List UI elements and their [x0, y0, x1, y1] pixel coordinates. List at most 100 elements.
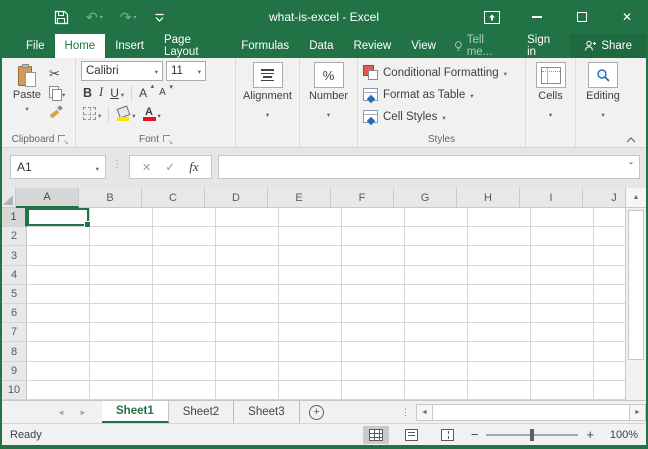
decrease-font-size-button[interactable]: A [159, 87, 171, 98]
tab-page-layout[interactable]: Page Layout [154, 34, 231, 58]
cell-I1[interactable] [531, 208, 594, 227]
cell-D4[interactable] [216, 266, 279, 285]
borders-button[interactable] [83, 105, 101, 123]
column-header-D[interactable]: D [205, 188, 268, 208]
page-break-view-button[interactable] [435, 426, 461, 444]
cell-H7[interactable] [468, 323, 531, 342]
row-header-4[interactable]: 4 [2, 266, 27, 285]
sign-in-button[interactable]: Sign in [515, 34, 570, 58]
cell-styles-button[interactable]: Cell Styles [363, 107, 507, 126]
cells-dropdown-arrow[interactable] [549, 104, 552, 122]
scroll-up-icon[interactable] [626, 188, 646, 208]
cell-E9[interactable] [279, 362, 342, 381]
bold-button[interactable]: B [83, 86, 92, 100]
format-as-table-button[interactable]: Format as Table [363, 85, 507, 104]
cell-F4[interactable] [342, 266, 405, 285]
cell-I9[interactable] [531, 362, 594, 381]
cell-I10[interactable] [531, 381, 594, 400]
cell-C2[interactable] [153, 227, 216, 246]
conditional-formatting-button[interactable]: Conditional Formatting [363, 63, 507, 82]
cell-H8[interactable] [468, 342, 531, 361]
cell-H5[interactable] [468, 285, 531, 304]
cell-G5[interactable] [405, 285, 468, 304]
cell-H9[interactable] [468, 362, 531, 381]
next-sheet-icon[interactable] [72, 401, 94, 423]
horizontal-scrollbar[interactable] [416, 401, 646, 423]
number-dropdown-arrow[interactable] [327, 104, 330, 122]
cells-group[interactable]: Cells [526, 58, 576, 147]
cell-E10[interactable] [279, 381, 342, 400]
cell-D2[interactable] [216, 227, 279, 246]
cell-E5[interactable] [279, 285, 342, 304]
previous-sheet-icon[interactable] [50, 401, 72, 423]
tab-home[interactable]: Home [55, 34, 106, 58]
tab-view[interactable]: View [401, 34, 446, 58]
font-family-select[interactable]: Calibri [81, 61, 163, 81]
enter-icon[interactable] [165, 158, 175, 176]
horizontal-scroll-thumb[interactable] [433, 404, 629, 421]
share-button[interactable]: Share [570, 34, 646, 58]
column-header-E[interactable]: E [268, 188, 331, 208]
ribbon-display-options-icon[interactable] [483, 8, 501, 26]
cell-D1[interactable] [216, 208, 279, 227]
column-header-I[interactable]: I [520, 188, 583, 208]
row-header-10[interactable]: 10 [2, 381, 27, 400]
cell-G7[interactable] [405, 323, 468, 342]
row-header-8[interactable]: 8 [2, 342, 27, 361]
cell-B7[interactable] [90, 323, 153, 342]
italic-button[interactable]: I [99, 85, 103, 100]
cell-H4[interactable] [468, 266, 531, 285]
editing-group[interactable]: Editing [576, 58, 630, 147]
tab-file[interactable]: File [16, 34, 55, 58]
scroll-left-icon[interactable] [416, 404, 433, 421]
name-box[interactable]: A1 [10, 155, 106, 179]
row-header-6[interactable]: 6 [2, 304, 27, 323]
zoom-level[interactable]: 100% [604, 429, 638, 441]
cell-A5[interactable] [27, 285, 90, 304]
cell-F8[interactable] [342, 342, 405, 361]
redo-icon[interactable] [120, 9, 137, 26]
cell-C10[interactable] [153, 381, 216, 400]
cell-G8[interactable] [405, 342, 468, 361]
column-header-C[interactable]: C [142, 188, 205, 208]
cell-A9[interactable] [27, 362, 90, 381]
paste-dropdown-arrow[interactable] [25, 102, 28, 114]
cell-A1[interactable] [27, 208, 90, 227]
cell-C5[interactable] [153, 285, 216, 304]
column-header-G[interactable]: G [394, 188, 457, 208]
sheetbar-drag-handle[interactable]: ⋮ [395, 401, 416, 423]
copy-button[interactable] [49, 85, 65, 100]
cell-C6[interactable] [153, 304, 216, 323]
cell-H6[interactable] [468, 304, 531, 323]
column-header-F[interactable]: F [331, 188, 394, 208]
cell-G6[interactable] [405, 304, 468, 323]
cell-B10[interactable] [90, 381, 153, 400]
cell-C4[interactable] [153, 266, 216, 285]
cell-B1[interactable] [90, 208, 153, 227]
cell-G2[interactable] [405, 227, 468, 246]
alignment-group[interactable]: Alignment [236, 58, 300, 147]
cell-A6[interactable] [27, 304, 90, 323]
cell-C7[interactable] [153, 323, 216, 342]
cell-D8[interactable] [216, 342, 279, 361]
cell-B8[interactable] [90, 342, 153, 361]
cell-H3[interactable] [468, 246, 531, 265]
tab-review[interactable]: Review [343, 34, 401, 58]
minimize-icon[interactable] [528, 8, 546, 26]
cell-C1[interactable] [153, 208, 216, 227]
cell-I5[interactable] [531, 285, 594, 304]
insert-function-icon[interactable]: fx [189, 159, 198, 175]
tell-me-box[interactable]: Tell me... [446, 34, 515, 58]
alignment-dropdown-arrow[interactable] [266, 104, 269, 122]
cell-H10[interactable] [468, 381, 531, 400]
close-icon[interactable] [618, 8, 636, 26]
sheet-tab-sheet1[interactable]: Sheet1 [102, 401, 169, 423]
tab-data[interactable]: Data [299, 34, 343, 58]
cell-C8[interactable] [153, 342, 216, 361]
cell-G9[interactable] [405, 362, 468, 381]
cell-I3[interactable] [531, 246, 594, 265]
cell-C9[interactable] [153, 362, 216, 381]
formula-input[interactable] [218, 155, 640, 179]
cell-H1[interactable] [468, 208, 531, 227]
cell-B4[interactable] [90, 266, 153, 285]
